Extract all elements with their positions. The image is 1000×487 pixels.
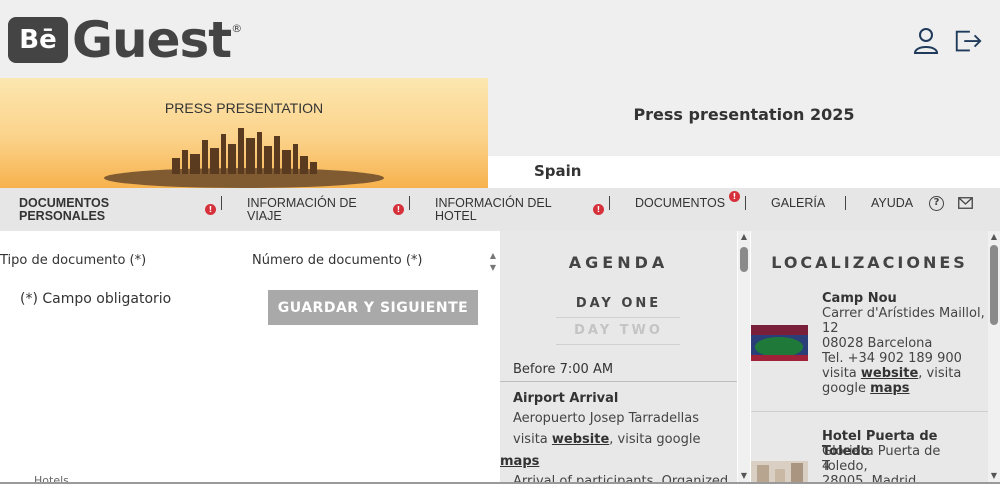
nav-item-ayuda[interactable]: AYUDA [871, 197, 913, 210]
divider [751, 411, 988, 412]
nav-divider [845, 196, 846, 210]
agenda-item-title: Airport Arrival [513, 391, 619, 406]
event-location-panel: Spain [488, 156, 1000, 188]
nav-label: VIAJE [247, 209, 282, 223]
nav-item-documentos[interactable]: DOCUMENTOS [635, 197, 725, 210]
alert-badge: ! [205, 204, 216, 215]
agenda-item-place: Aeropuerto Josep Tarradellas [513, 411, 700, 426]
event-country: Spain [534, 162, 582, 180]
nav-divider [609, 196, 610, 210]
nav-divider [745, 196, 746, 210]
tab-day-one[interactable]: DAY ONE [500, 296, 737, 311]
logo-text: Guest [72, 11, 232, 69]
location-address: 4 [822, 459, 831, 474]
help-icon[interactable]: ? [929, 196, 944, 211]
beguest-logo[interactable]: Bē Guest ® [8, 14, 242, 66]
agenda-item-links: visita website, visita google [513, 432, 700, 447]
agenda-scrollbar[interactable]: ▲ ▼ [738, 231, 750, 484]
nav-label: HOTEL [435, 209, 477, 223]
google-text: google [822, 381, 867, 396]
partial-hidden-label: Hotels [34, 474, 69, 487]
section-nav: DOCUMENTOS PERSONALES ! INFORMACIÓN DE V… [0, 188, 1000, 231]
divider [556, 344, 680, 345]
scroll-down-icon[interactable]: ▼ [988, 471, 1000, 481]
nav-label: AYUDA [871, 196, 914, 210]
locations-panel: LOCALIZACIONES Camp Nou Carrer d'Arístid… [751, 231, 988, 484]
document-number-label: Número de documento (*) [252, 253, 423, 268]
event-title: Press presentation 2025 [633, 105, 855, 124]
app-header: Bē Guest ® [0, 0, 1000, 78]
scroll-up-icon[interactable]: ▲ [738, 232, 750, 242]
stadium-thumbnail [751, 325, 808, 361]
website-link[interactable]: website [552, 432, 609, 447]
nav-divider [409, 196, 410, 210]
divider [556, 317, 680, 318]
location-address: Carrer d'Arístides Maillol, [822, 306, 985, 321]
nav-item-informacion-hotel[interactable]: INFORMACIÓN DEL HOTEL [435, 197, 552, 223]
alert-badge: ! [393, 204, 404, 215]
logout-icon[interactable] [953, 26, 983, 56]
mail-icon[interactable] [958, 197, 973, 209]
alert-badge: ! [593, 204, 604, 215]
event-banner: PRESS PRESENTATION [0, 78, 488, 188]
tab-day-two[interactable]: DAY TWO [500, 323, 737, 338]
location-address: Glorieta Puerta de Toledo, [822, 444, 941, 474]
chevron-up-icon[interactable]: ▲ [488, 251, 498, 261]
save-and-next-button[interactable]: GUARDAR Y SIGUIENTE [268, 290, 478, 325]
nav-item-galeria[interactable]: GALERÍA [771, 197, 825, 210]
nav-item-documentos-personales[interactable]: DOCUMENTOS PERSONALES [19, 197, 109, 223]
google-text: , visita [918, 366, 962, 381]
location-city: 08028 Barcelona [822, 336, 933, 351]
location-address: 12 [822, 321, 839, 336]
user-icon[interactable] [911, 26, 941, 56]
chevron-down-icon[interactable]: ▼ [488, 263, 498, 273]
locations-scrollbar[interactable]: ▲ ▼ [988, 231, 1000, 484]
locations-title: LOCALIZACIONES [771, 253, 968, 272]
agenda-title: AGENDA [568, 253, 669, 272]
scrollbar-thumb[interactable] [990, 245, 998, 325]
location-name: Camp Nou [822, 291, 897, 306]
maps-link[interactable]: maps [500, 454, 539, 469]
website-link[interactable]: website [861, 366, 918, 381]
nav-divider [221, 196, 222, 210]
agenda-time: Before 7:00 AM [500, 356, 737, 382]
location-links: google maps [822, 381, 910, 396]
city-skyline-illustration [104, 128, 384, 188]
visit-text: visita [822, 366, 857, 381]
hotel-thumbnail [751, 461, 808, 484]
alert-badge: ! [729, 191, 740, 202]
google-text: , visita google [609, 432, 701, 447]
agenda-panel: AGENDA DAY ONE DAY TWO Before 7:00 AM Ai… [500, 231, 737, 484]
location-phone: Tel. +34 902 189 900 [822, 351, 962, 366]
nav-label: GALERÍA [771, 196, 826, 210]
nav-item-informacion-viaje[interactable]: INFORMACIÓN DE VIAJE [247, 197, 357, 223]
document-type-label: Tipo de documento (*) [0, 253, 147, 268]
logo-mark: Bē [8, 17, 68, 63]
maps-link[interactable]: maps [870, 381, 909, 396]
required-field-note: (*) Campo obligatorio [20, 291, 172, 307]
event-info-panel: Press presentation 2025 [488, 78, 1000, 156]
nav-label: DOCUMENTOS [635, 196, 726, 210]
scroll-up-icon[interactable]: ▲ [988, 232, 1000, 242]
scroll-down-icon[interactable]: ▼ [738, 471, 750, 481]
location-links: visita website, visita [822, 366, 961, 381]
scrollbar-thumb[interactable] [740, 247, 748, 272]
registered-mark: ® [231, 22, 243, 35]
visit-text: visita [513, 432, 548, 447]
nav-label: PERSONALES [19, 209, 106, 223]
